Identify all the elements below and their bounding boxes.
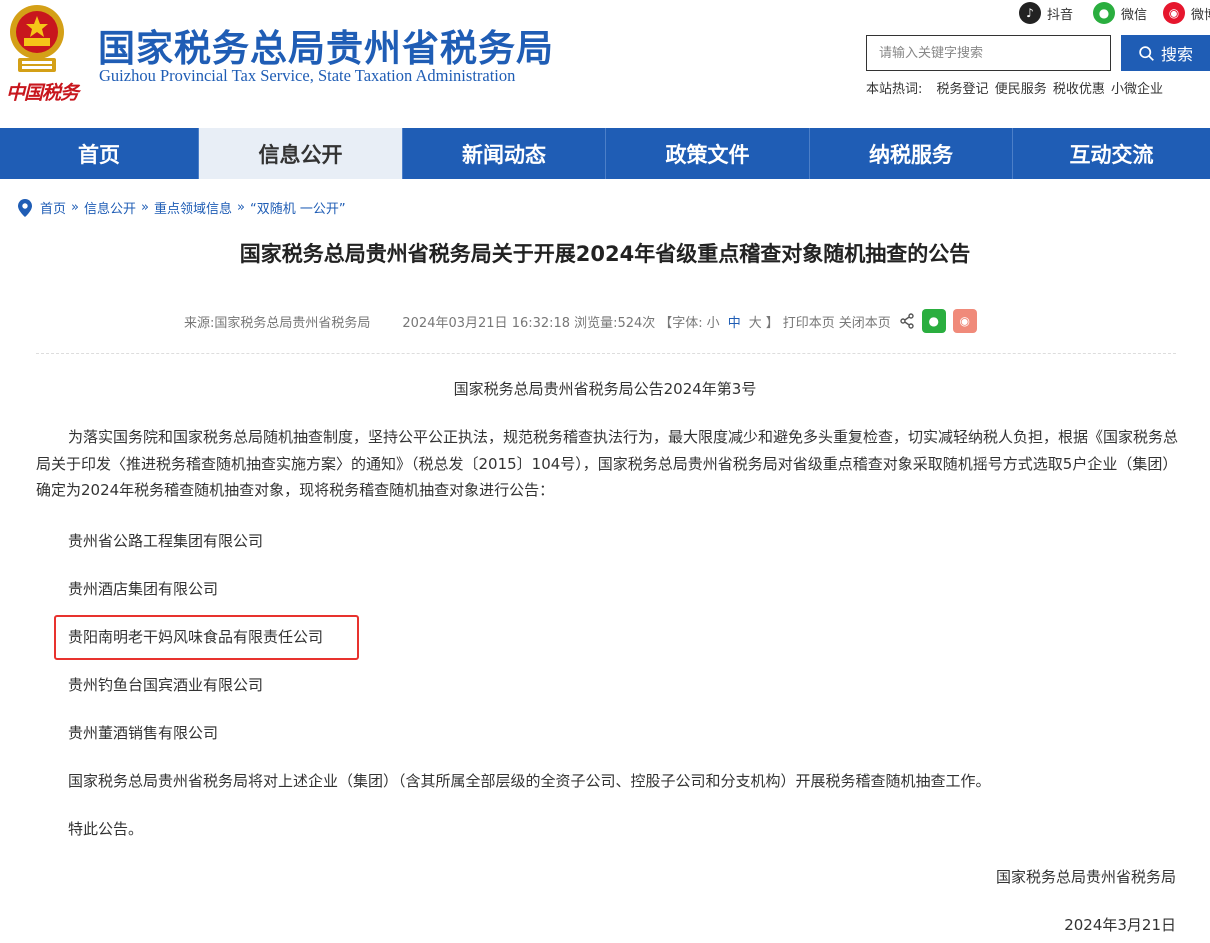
main-nav: 首页 信息公开 新闻动态 政策文件 纳税服务 互动交流 (0, 128, 1210, 179)
divider (36, 353, 1176, 354)
wechat-link[interactable]: ● 微信 (1093, 2, 1147, 24)
font-size-suffix: 】 (765, 315, 779, 331)
nav-item-info-disclosure[interactable]: 信息公开 (199, 128, 403, 179)
nav-item-news[interactable]: 新闻动态 (403, 128, 606, 179)
breadcrumb-home[interactable]: 首页 (40, 198, 66, 217)
article-closing-paragraph: 国家税务总局贵州省税务局将对上述企业（集团）（含其所属全部层级的全资子公司、控股… (68, 772, 991, 790)
search-input[interactable] (866, 35, 1111, 71)
article-views: 浏览量:524次 (574, 315, 656, 331)
hot-term[interactable]: 税务登记 (937, 82, 989, 97)
search-button[interactable]: 搜索 (1121, 35, 1210, 71)
breadcrumb-separator: » (71, 200, 79, 215)
font-size-small[interactable]: 小 (707, 312, 720, 331)
nav-item-tax-service[interactable]: 纳税服务 (810, 128, 1013, 179)
nav-item-policy[interactable]: 政策文件 (606, 128, 810, 179)
nav-item-home[interactable]: 首页 (0, 128, 199, 179)
hot-terms: 本站热词: 税务登记 便民服务 税收优惠 小微企业 (866, 78, 1165, 97)
search-icon (1139, 45, 1154, 61)
douyin-icon: ♪ (1019, 2, 1041, 24)
douyin-link[interactable]: ♪ 抖音 (1019, 2, 1073, 24)
font-size-medium[interactable]: 中 (728, 312, 741, 331)
hot-term[interactable]: 税收优惠 (1053, 82, 1105, 97)
article-signature: 国家税务总局贵州省税务局 (995, 868, 1176, 886)
company-list-item: 贵州钓鱼台国宾酒业有限公司 (68, 676, 264, 694)
site-title[interactable]: 国家税务总局贵州省税务局 (98, 18, 554, 72)
breadcrumb-separator: » (141, 200, 149, 215)
article-meta: 来源:国家税务总局贵州省税务局 2024年03月21日 16:32:18 浏览量… (184, 308, 977, 334)
close-page-link[interactable]: 关闭本页 (839, 312, 891, 331)
share-wechat-icon[interactable]: ● (921, 309, 946, 333)
red-highlight-box (54, 615, 359, 660)
wechat-icon: ● (1093, 2, 1115, 24)
weibo-label: 微博 (1191, 7, 1210, 23)
font-size-prefix: 【字体: (659, 315, 703, 331)
document-number: 国家税务总局贵州省税务局公告2024年第3号 (453, 380, 757, 398)
weibo-icon: ◉ (1163, 2, 1185, 24)
article-notice: 特此公告。 (68, 820, 144, 838)
breadcrumb-key-areas[interactable]: 重点领域信息 (154, 198, 232, 217)
site-subtitle: Guizhou Provincial Tax Service, State Ta… (99, 66, 516, 85)
brand-calligraphy-logo: 中国税务 (6, 82, 79, 104)
article-source: 来源:国家税务总局贵州省税务局 (184, 315, 371, 331)
wechat-label: 微信 (1121, 7, 1148, 23)
company-list-item: 贵州董酒销售有限公司 (68, 724, 219, 742)
location-pin-icon (18, 198, 32, 217)
hot-term[interactable]: 便民服务 (995, 82, 1047, 97)
douyin-label: 抖音 (1047, 7, 1074, 23)
weibo-link[interactable]: ◉ 微博 (1163, 2, 1210, 24)
breadcrumb-info-disclosure[interactable]: 信息公开 (84, 198, 136, 217)
hot-terms-label: 本站热词: (866, 82, 923, 97)
font-size-large[interactable]: 大 (749, 312, 762, 331)
hot-term[interactable]: 小微企业 (1111, 82, 1163, 97)
search-button-label: 搜索 (1160, 45, 1193, 64)
site-header: 中国税务 国家税务总局贵州省税务局 Guizhou Provincial Tax… (0, 0, 1210, 128)
article-title: 国家税务总局贵州省税务局关于开展2024年省级重点稽查对象随机抽查的公告 (239, 242, 971, 266)
print-page-link[interactable]: 打印本页 (783, 312, 835, 331)
national-emblem-icon (10, 5, 64, 72)
article-intro-paragraph: 为落实国务院和国家税务总局随机抽查制度，坚持公平公正执法，规范税务稽查执法行为，… (36, 428, 1179, 499)
share-weibo-icon[interactable]: ◉ (952, 309, 977, 333)
nav-item-interaction[interactable]: 互动交流 (1013, 128, 1210, 179)
company-list-item: 贵州酒店集团有限公司 (68, 580, 219, 598)
share-icon[interactable] (899, 313, 915, 329)
article-datetime: 2024年03月21日 16:32:18 (402, 315, 571, 331)
breadcrumb-double-random[interactable]: “双随机 一公开” (250, 198, 346, 217)
breadcrumb: 首页 » 信息公开 » 重点领域信息 » “双随机 一公开” (18, 198, 346, 217)
company-list-item: 贵州省公路工程集团有限公司 (68, 532, 264, 550)
article-date: 2024年3月21日 (1064, 916, 1176, 934)
breadcrumb-separator: » (236, 200, 245, 215)
